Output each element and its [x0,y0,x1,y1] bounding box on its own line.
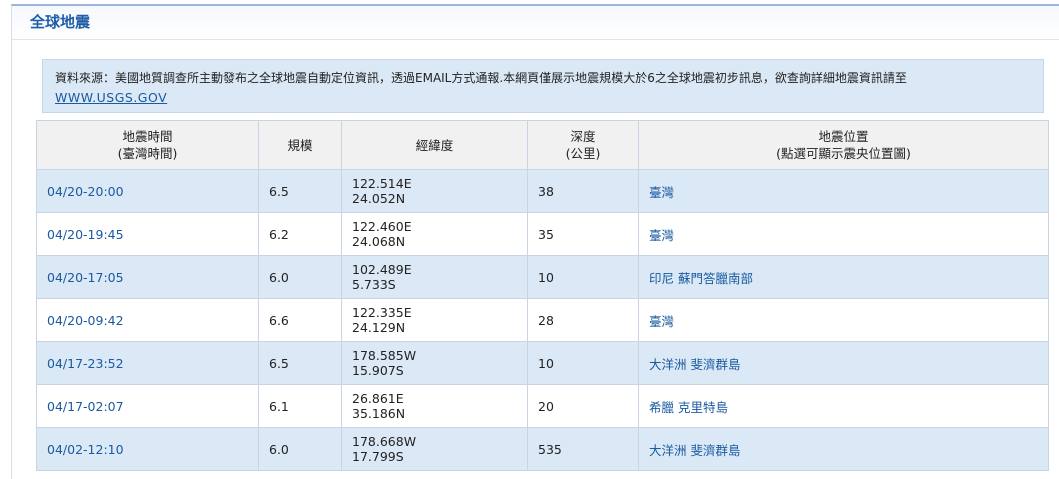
quake-time[interactable]: 04/17-23:52 [36,341,259,385]
table-row: 04/17-23:52 6.5 178.585W 15.907S 10 大洋洲 斐… [36,341,1049,385]
quake-coordinates: 178.668W 17.799S [341,427,528,471]
quake-coordinates: 26.861E 35.186N [341,384,528,428]
quake-depth: 28 [527,298,639,342]
quake-depth: 20 [527,384,639,428]
table-row: 04/20-09:42 6.6 122.335E 24.129N 28 臺灣 [36,298,1049,342]
table-row: 04/20-19:45 6.2 122.460E 24.068N 35 臺灣 [36,212,1049,256]
panel-title: 全球地震 [12,6,1059,40]
quake-coordinates: 102.489E 5.733S [341,255,528,299]
quake-magnitude: 6.5 [258,341,342,385]
quake-location-link[interactable]: 希臘 克里特島 [638,384,1049,428]
table-row: 04/02-12:10 6.0 178.668W 17.799S 535 大洋洲 … [36,427,1049,471]
quake-magnitude: 6.1 [258,384,342,428]
quake-magnitude: 6.0 [258,255,342,299]
quake-time[interactable]: 04/20-09:42 [36,298,259,342]
notice-text: 資料來源：美國地質調查所主動發布之全球地震自動定位資訊，透過EMAIL方式通報.… [55,71,907,85]
quake-magnitude: 6.0 [258,427,342,471]
quake-location-link[interactable]: 大洋洲 斐濟群島 [638,341,1049,385]
quake-location-link[interactable]: 印尼 蘇門答臘南部 [638,255,1049,299]
header-depth: 深度 (公里) [527,120,639,170]
quake-magnitude: 6.2 [258,212,342,256]
header-magnitude: 規模 [258,120,342,170]
quake-coordinates: 122.335E 24.129N [341,298,528,342]
quake-depth: 10 [527,341,639,385]
quake-depth: 38 [527,169,639,213]
source-notice: 資料來源：美國地質調查所主動發布之全球地震自動定位資訊，透過EMAIL方式通報.… [42,59,1044,113]
header-location: 地震位置 (點選可顯示震央位置圖) [638,120,1049,170]
table-row: 04/20-17:05 6.0 102.489E 5.733S 10 印尼 蘇門答… [36,255,1049,299]
table-row: 04/20-20:00 6.5 122.514E 24.052N 38 臺灣 [36,169,1049,213]
table-header-row: 地震時間 (臺灣時間) 規模 經緯度 深度 (公里) 地震位置 (點選可顯示震央位置圖… [36,120,1049,170]
quake-coordinates: 122.460E 24.068N [341,212,528,256]
quake-time[interactable]: 04/02-12:10 [36,427,259,471]
quake-time[interactable]: 04/20-19:45 [36,212,259,256]
earthquake-table: 地震時間 (臺灣時間) 規模 經緯度 深度 (公里) 地震位置 (點選可顯示震央位置圖… [36,120,1049,471]
quake-location-link[interactable]: 臺灣 [638,298,1049,342]
quake-depth: 35 [527,212,639,256]
quake-depth: 10 [527,255,639,299]
table-row: 04/17-02:07 6.1 26.861E 35.186N 20 希臘 克里特… [36,384,1049,428]
header-coordinates: 經緯度 [341,120,528,170]
quake-coordinates: 178.585W 15.907S [341,341,528,385]
quake-magnitude: 6.5 [258,169,342,213]
usgs-link[interactable]: WWW.USGS.GOV [55,90,167,105]
quake-depth: 535 [527,427,639,471]
quake-location-link[interactable]: 臺灣 [638,212,1049,256]
quake-magnitude: 6.6 [258,298,342,342]
quake-time[interactable]: 04/20-17:05 [36,255,259,299]
quake-time[interactable]: 04/20-20:00 [36,169,259,213]
header-time: 地震時間 (臺灣時間) [36,120,259,170]
quake-location-link[interactable]: 大洋洲 斐濟群島 [638,427,1049,471]
quake-time[interactable]: 04/17-02:07 [36,384,259,428]
quake-coordinates: 122.514E 24.052N [341,169,528,213]
quake-location-link[interactable]: 臺灣 [638,169,1049,213]
